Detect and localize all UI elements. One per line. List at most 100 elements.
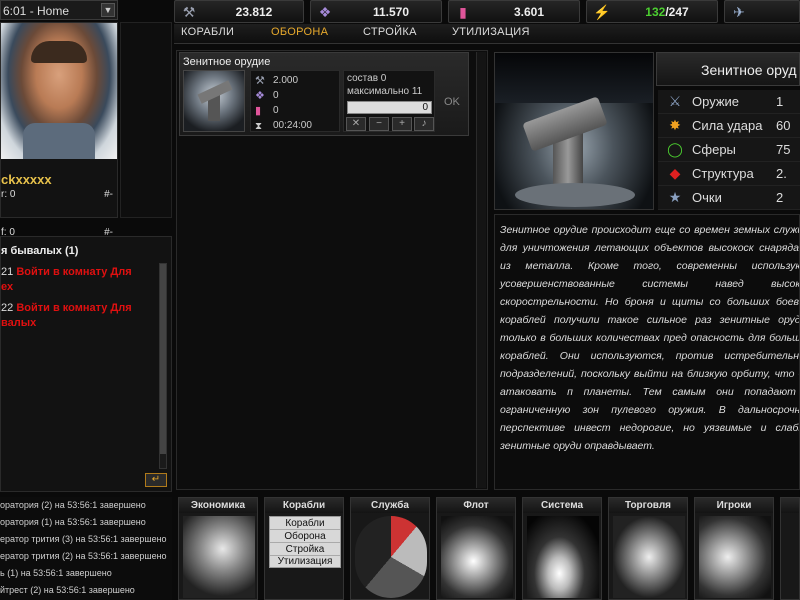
profile-row-1-label: r: 0 [1,189,16,200]
chat-scrollbar[interactable] [159,263,167,469]
stat-value: 60 [776,118,791,133]
submenu-item-defense[interactable]: Оборона [270,530,340,543]
storage-icon: ✈ [733,4,745,20]
unit-image[interactable] [183,70,245,132]
menu-title [781,498,799,513]
tab-ships[interactable]: КОРАБЛИ [181,26,234,44]
chat-message: 21 Войти в комнату Для ех [1,265,155,295]
metal-resource: ⚒ 23.812 [174,0,304,23]
chat-enter-button[interactable]: ↵ [145,473,167,487]
system-image [527,516,599,598]
menu-trade[interactable]: Торговля [608,497,688,600]
menu-extra[interactable] [780,497,800,600]
tab-recycling[interactable]: УТИЛИЗАЦИЯ [452,26,530,44]
submenu-item-recycling[interactable]: Утилизация [270,556,340,568]
players-image [699,516,771,598]
crystal-resource: ❖ 11.570 [310,0,442,23]
sphere-icon: ◯ [667,141,683,157]
event-log: оратория (2) на 53:56:1 завершено оратор… [0,497,172,600]
chat-time: 22 [1,302,14,314]
hourglass-icon: ⧗ [255,121,263,132]
unit-card: Зенитное орудие ⚒ 2.000 ❖ 0 ▮ 0 ⧗ 00:24:… [179,52,469,136]
structure-icon: ◆ [669,165,681,181]
stat-points: ★ Очки 2 [658,186,800,210]
max-icon: ♪ [421,118,427,129]
chat-room-link-cont[interactable]: валых [1,317,36,329]
menu-title: Торговля [609,498,687,513]
submenu-item-construction[interactable]: Стройка [270,543,340,556]
chat-room-link[interactable]: Войти в комнату Для [16,266,131,278]
stat-label: Очки [692,190,722,205]
log-entry: ератор трития (3) на 53:56:1 завершено [0,534,167,544]
menu-ships[interactable]: Корабли Корабли Оборона Стройка Утилизац… [264,497,344,600]
energy-resource: ⚡ 132/247 [586,0,718,23]
menu-title: Флот [437,498,515,513]
home-selector[interactable]: 6:01 - Home ▼ [0,0,118,20]
build-time: 00:24:00 [273,120,312,131]
stat-label: Оружие [692,94,740,109]
chat-room-link[interactable]: Войти в комнату Для [16,302,131,314]
stat-label: Структура [692,166,754,181]
weapon-icon: ⚔ [668,93,682,109]
stat-label: Сила удара [692,118,763,133]
menu-fleet[interactable]: Флот [436,497,516,600]
composition-text: состав 0 [347,73,387,84]
tritium-resource: ▮ 3.601 [448,0,580,23]
cost-crystal: 0 [273,90,279,101]
cost-metal: 2.000 [273,75,299,86]
chat-scroll-thumb[interactable] [160,264,166,454]
log-entry: ь (1) на 53:56:1 завершено [0,568,112,578]
profile-row-1: r: 0 #- [1,189,117,200]
max-button[interactable]: ♪ [414,117,434,131]
metal-icon: ⚒ [182,4,196,20]
log-entry: оратория (1) на 53:56:1 завершено [0,517,146,527]
menu-economy[interactable]: Экономика [178,497,258,600]
unit-detail-image [494,52,654,210]
metal-value: 23.812 [235,4,273,19]
avatar[interactable] [1,23,117,159]
clear-button[interactable]: ✕ [346,117,366,131]
maximum-text: максимально 11 [347,86,423,97]
stat-impact: ✸ Сила удара 60 [658,114,800,138]
chevron-down-icon[interactable]: ▼ [101,3,115,17]
tritium-value: 3.601 [513,4,545,19]
enter-icon: ↵ [151,474,161,485]
chat-time: 21 [1,266,14,278]
decrease-button[interactable]: − [369,117,389,131]
profile-row-1-right: #- [104,189,113,200]
description-text: Зенитное орудие происходит еще со времен… [500,224,800,452]
menu-title: Игроки [695,498,773,513]
tab-construction[interactable]: СТРОЙКА [363,26,417,44]
quantity-input[interactable]: 0 [347,101,432,114]
build-list-scrollbar[interactable] [476,52,486,488]
fleet-image [441,516,513,598]
increase-button[interactable]: + [392,117,412,131]
chat-message: 22 Войти в комнату Для валых [1,301,155,331]
impact-icon: ✸ [669,117,681,133]
menu-service[interactable]: Служба [350,497,430,600]
submenu-item-ships[interactable]: Корабли [270,517,340,530]
stat-value: 2 [776,190,784,205]
energy-current: 132 [645,4,666,19]
profile-side-panel [120,22,172,218]
stat-structure: ◆ Структура 2. [658,162,800,186]
unit-costs: ⚒ 2.000 ❖ 0 ▮ 0 ⧗ 00:24:00 [250,70,340,132]
minus-icon: − [376,118,382,129]
energy-icon: ⚡ [593,4,611,20]
ok-button[interactable]: OK [438,70,466,132]
log-entry: оратория (2) на 53:56:1 завершено [0,500,146,510]
menu-players[interactable]: Игроки [694,497,774,600]
stat-weapon: ⚔ Оружие 1 [658,90,800,114]
detail-title: Зенитное оруд [701,62,797,78]
storage-resource: ✈ [724,0,800,23]
log-entry: ератор трития (2) на 53:56:1 завершено [0,551,167,561]
crystal-icon: ❖ [255,90,265,102]
tab-defense[interactable]: ОБОРОНА [271,26,328,44]
menu-system[interactable]: Система [522,497,602,600]
tritium-icon: ▮ [459,4,467,20]
tritium-icon: ▮ [255,105,262,117]
ok-label: OK [444,96,460,108]
menu-title: Служба [351,498,429,513]
stat-label: Сферы [692,142,736,157]
chat-room-link-cont[interactable]: ех [1,281,13,293]
